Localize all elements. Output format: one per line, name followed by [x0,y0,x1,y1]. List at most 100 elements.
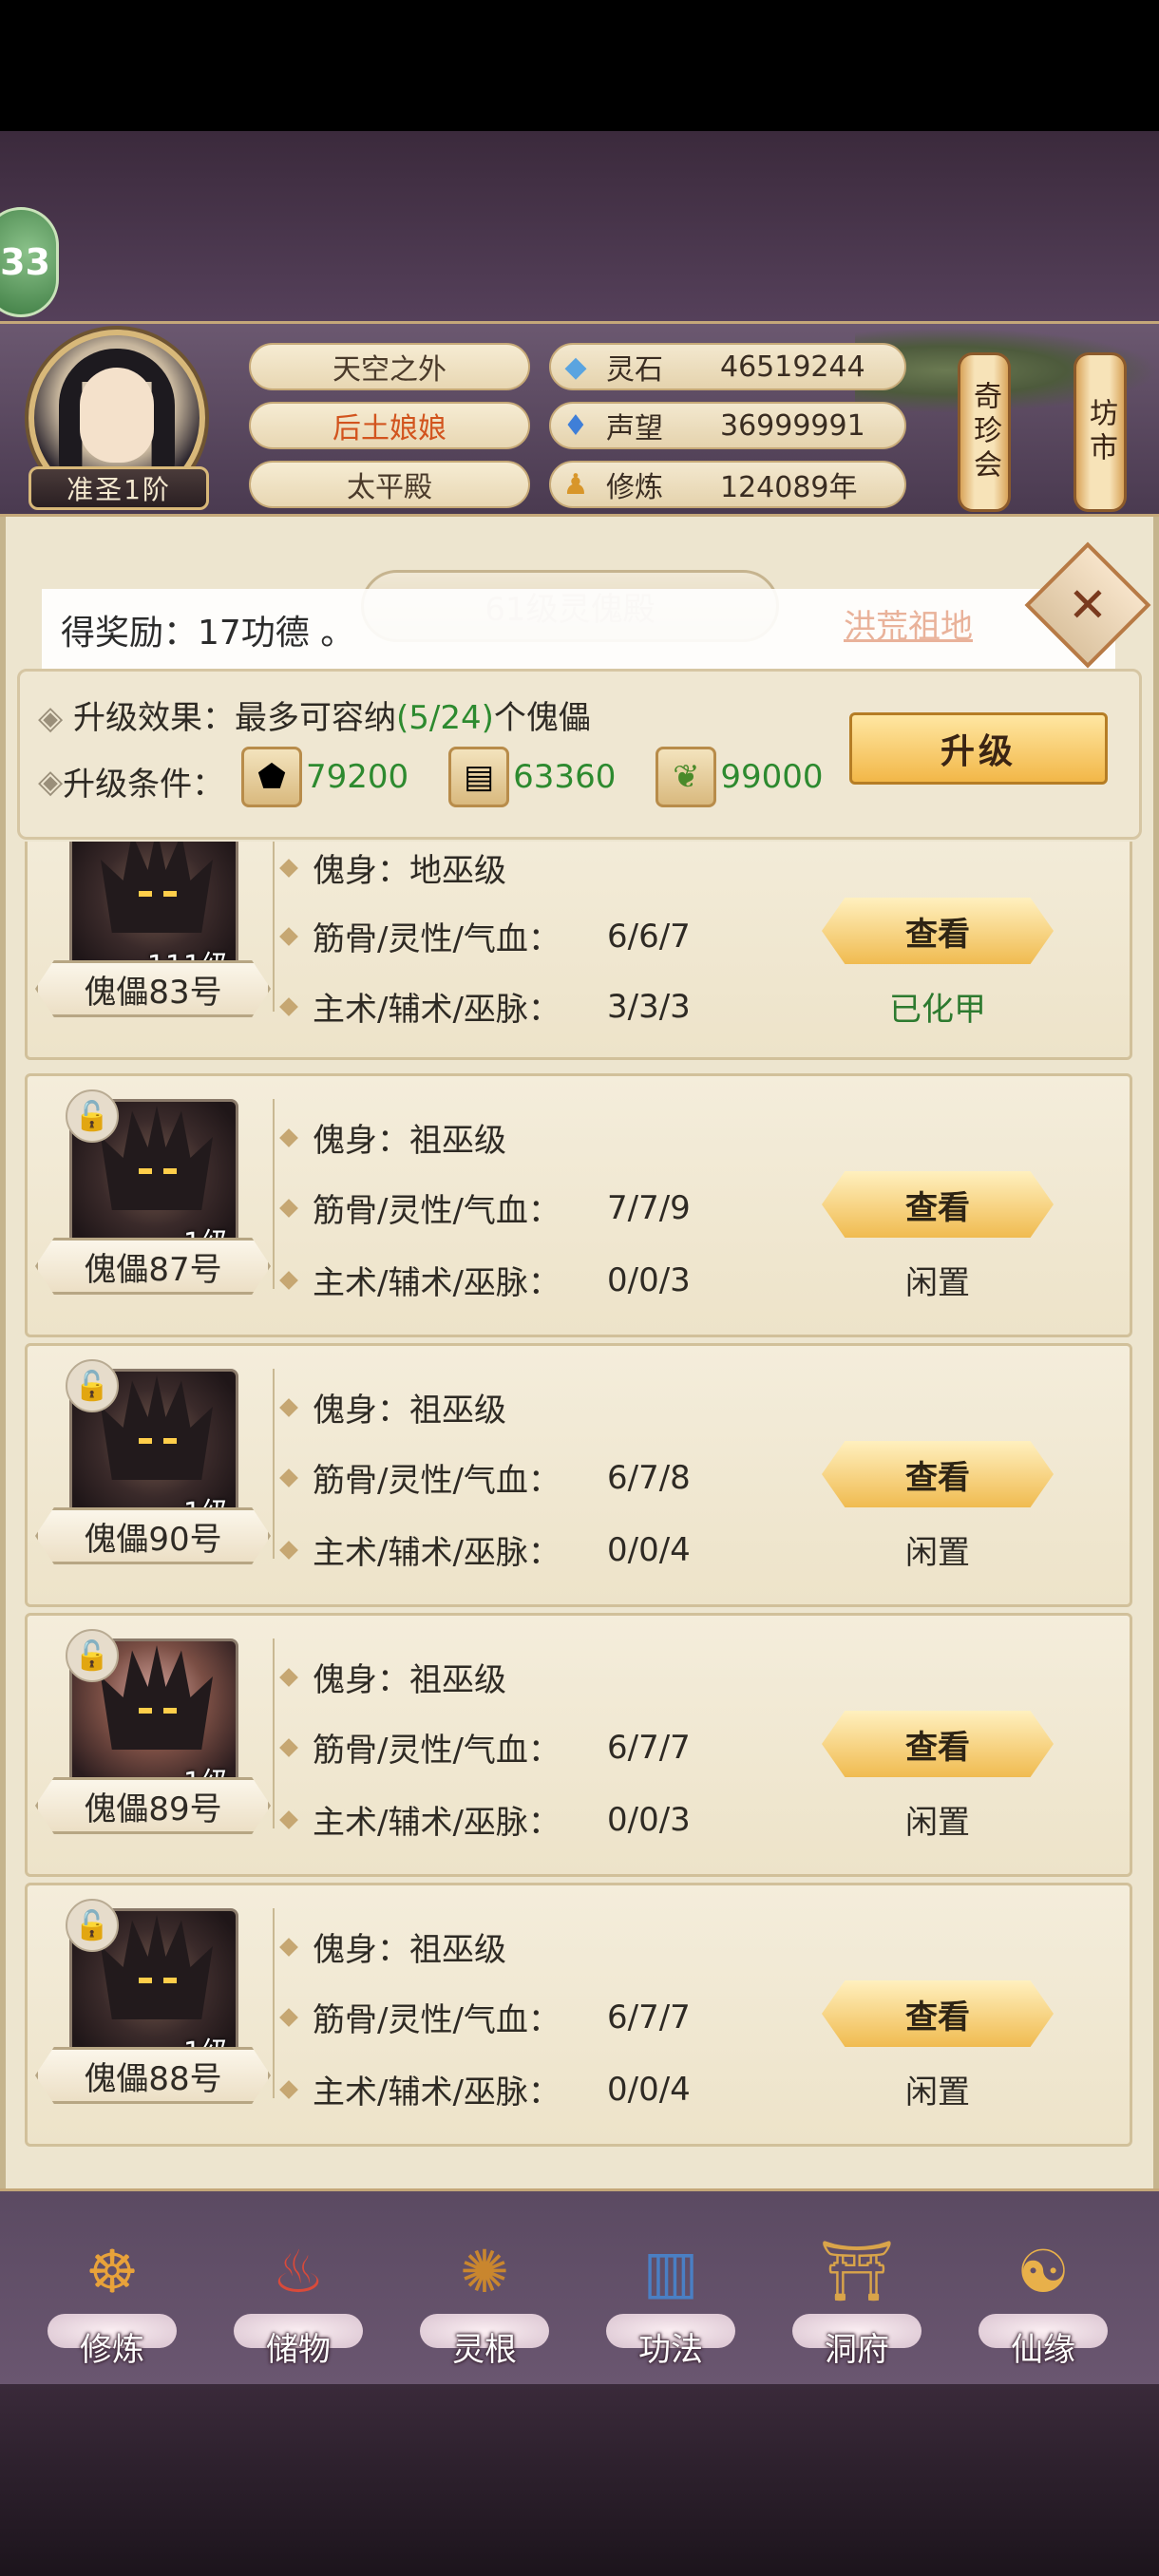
technique-book-icon: ▥ [642,2236,699,2306]
puppet-list[interactable]: 111级 傀儡83号 傀身：地巫级 筋骨/灵性/气血：6/6/7 主术/辅术/巫… [25,842,1134,2188]
palace-pill: 太平殿 [249,461,530,508]
wood-icon[interactable]: ▤ [448,747,510,807]
puppet-stats-row: 筋骨/灵性/气血： 7/7/9 [279,1184,691,1231]
condition-label: 升级条件： [63,766,225,804]
nav-cultivate[interactable]: ☸ 修炼 [38,2219,186,2380]
nav-immortal-fate[interactable]: ☯ 仙缘 [969,2219,1117,2380]
view-button[interactable]: 查看 [822,1711,1054,1777]
puppet-body-row: 傀身： 祖巫级 [279,1114,506,1161]
skills-label: 主术/辅术/巫脉： [313,1804,560,1842]
puppet-status: 闲置 [905,2074,970,2112]
herb-icon[interactable]: ❦ [656,747,717,807]
title-pill[interactable]: 后土娘娘 [249,402,530,449]
puppet-eyes [139,1978,177,1983]
cultivate-icon: ☸ [86,2236,139,2306]
upgrade-button[interactable]: 升级 [849,712,1108,785]
bullet-icon [279,1127,298,1147]
nav-label: 灵根 [452,2331,517,2369]
puppet-body-row: 傀身： 地巫级 [279,844,506,891]
cost-ore: ⬟ 79200 [241,747,408,807]
puppet-stats-row: 筋骨/灵性/气血： 6/7/7 [279,1994,691,2040]
cost-herb: ❦ 99000 [656,747,824,807]
puppet-name: 傀儡83号 [35,960,271,1017]
body-value: 祖巫级 [409,1392,506,1430]
puppet-name: 傀儡87号 [35,1238,271,1295]
stats-value: 7/7/9 [607,1188,691,1227]
nav-cave-dwelling[interactable]: ⛩ 洞府 [783,2219,931,2380]
puppet-stats-row: 筋骨/灵性/气血： 6/6/7 [279,913,691,959]
puppet-card: 1级 🔓 傀儡89号 傀身：祖巫级 筋骨/灵性/气血：6/7/7 主术/辅术/巫… [25,1613,1132,1877]
body-value: 祖巫级 [409,1661,506,1699]
resource-cultivation: ♟ 修炼 124089年 [549,461,906,508]
level-value: 33 [0,241,50,283]
nav-label: 仙缘 [1011,2331,1075,2369]
puppet-eyes [139,891,177,897]
resource-value: 124089年 [720,471,858,504]
bullet-icon [279,2007,298,2027]
skills-value: 0/0/3 [607,1260,691,1299]
hall-location-link[interactable]: 洪荒祖地 [844,600,973,647]
puppet-card: 1级 🔓 傀儡88号 傀身：祖巫级 筋骨/灵性/气血：6/7/7 主术/辅术/巫… [25,1883,1132,2147]
puppet-eyes [139,1708,177,1714]
bullet-icon [279,996,298,1016]
skills-label: 主术/辅术/巫脉： [313,2074,560,2112]
bottom-backdrop [0,2384,1159,2576]
stats-value: 6/7/8 [607,1458,691,1497]
view-button[interactable]: 查看 [822,898,1054,964]
puppet-name: 傀儡90号 [35,1507,271,1564]
effect-suffix: 个傀儡 [493,699,591,737]
nav-technique[interactable]: ▥ 功法 [597,2219,745,2380]
resource-label: 声望 [606,412,663,445]
market-button[interactable]: 坊市 [1074,352,1127,512]
skills-label: 主术/辅术/巫脉： [313,1534,560,1572]
body-label: 傀身： [313,1661,409,1699]
realm-pill: 天空之外 [249,343,530,390]
unlock-icon[interactable]: 🔓 [66,1089,119,1143]
spirit-root-icon: ✺ [460,2236,509,2306]
storage-bag-icon: ♨ [272,2236,325,2306]
stats-value: 6/7/7 [607,1728,691,1767]
nav-label: 修炼 [80,2331,144,2369]
resource-label: 灵石 [606,353,663,387]
nav-label: 储物 [266,2331,331,2369]
view-button[interactable]: 查看 [822,1980,1054,2047]
puppet-stats-row: 筋骨/灵性/气血： 6/7/8 [279,1454,691,1501]
puppet-card: 1级 🔓 傀儡87号 傀身：祖巫级 筋骨/灵性/气血：7/7/9 主术/辅术/巫… [25,1073,1132,1337]
view-button[interactable]: 查看 [822,1171,1054,1238]
cost-value: 79200 [306,758,409,796]
upgrade-condition: ◈ 升级条件： [38,758,224,805]
view-button[interactable]: 查看 [822,1441,1054,1507]
game-screen: 33 准圣1阶 天空之外 后土娘娘 太平殿 ◆ 灵石 46519244 ♦ 声望… [0,0,1159,2576]
effect-label: 升级效果： [72,699,235,737]
body-value: 祖巫级 [409,1122,506,1160]
skills-value: 0/0/4 [607,2070,691,2109]
card-divider [273,842,275,1012]
unlock-icon[interactable]: 🔓 [66,1899,119,1952]
puppet-eyes [139,1168,177,1174]
bullet-icon [279,1737,298,1757]
resource-value: 36999991 [720,408,865,443]
close-icon: ✕ [1068,578,1108,633]
body-label: 傀身： [313,1392,409,1430]
stats-label: 筋骨/灵性/气血： [313,1192,560,1230]
ore-icon[interactable]: ⬟ [241,747,302,807]
stats-label: 筋骨/灵性/气血： [313,920,560,958]
diamond-bullet-icon: ◈ [38,762,64,801]
nav-spirit-root[interactable]: ✺ 灵根 [410,2219,559,2380]
puppet-body-row: 傀身： 祖巫级 [279,1384,506,1430]
resource-spirit-stone: ◆ 灵石 46519244 [549,343,906,390]
nav-storage[interactable]: ♨ 储物 [224,2219,372,2380]
unlock-icon[interactable]: 🔓 [66,1359,119,1412]
unlock-icon[interactable]: 🔓 [66,1629,119,1682]
body-value: 祖巫级 [409,1931,506,1969]
level-badge[interactable]: 33 [0,207,59,317]
stats-label: 筋骨/灵性/气血： [313,1732,560,1770]
bullet-icon [279,1937,298,1957]
effect-count: (5/24) [395,699,494,737]
treasure-fair-button[interactable]: 奇珍会 [958,352,1011,512]
nav-label: 洞府 [825,2331,889,2369]
cost-value: 99000 [720,758,824,796]
puppet-body-row: 傀身： 祖巫级 [279,1654,506,1700]
bullet-icon [279,2079,298,2099]
card-divider [273,1369,275,1559]
